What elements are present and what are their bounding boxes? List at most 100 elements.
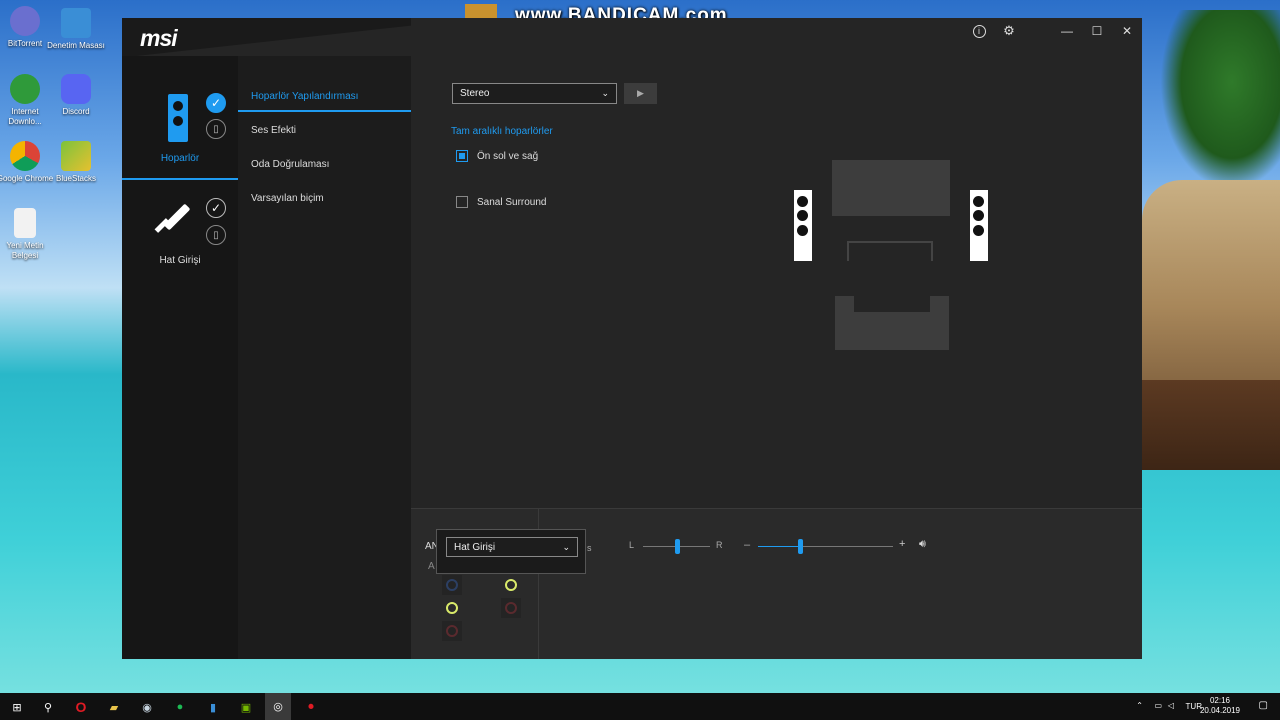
control-panel-icon [61,8,91,38]
balance-slider-thumb[interactable] [674,539,680,554]
main-content: Stereo ⌄ ▶ Tam aralıklı hoparlörler Ön s… [411,18,1142,659]
bluestacks-icon [61,141,91,171]
clock[interactable]: 02:16 20.04.2019 [1200,696,1240,716]
logo-bar: msi [122,18,411,56]
jack-assignment-popup: Hat Girişi ⌄ [436,529,586,574]
bittorrent-icon [10,6,40,36]
volume-up-label: + [899,538,906,550]
app-icon: ▮ [209,701,217,714]
tab-default-format[interactable]: Varsayılan biçim [251,193,324,204]
balance-left-label: L [629,540,635,550]
folder-icon: ▰ [109,701,119,714]
nvidia-icon: ▣ [240,701,252,714]
sofa-seat [854,296,930,312]
speaker-icon [168,94,188,142]
settings-tabs: Hoparlör Yapılandırması Ses Efekti Oda D… [238,56,411,659]
record-icon: ⏺ [308,700,314,713]
taskbar-opera[interactable]: O [71,697,91,717]
internet-download-manager-icon [10,74,40,104]
volume-icon[interactable]: ◁ [1168,701,1174,710]
taskbar-steam[interactable]: ◉ [137,697,157,717]
front-right-speaker[interactable] [970,190,988,261]
chevron-up-icon[interactable]: ⌃ [1136,701,1143,710]
jack-pink-icon[interactable] [505,602,517,614]
jack-green-icon[interactable] [505,579,517,591]
desktop-icon-label: BitTorrent [7,39,43,48]
volume-slider-thumb[interactable] [797,539,803,554]
device-column: ✓ ▯ Hoparlör ✓ ▯ Hat Girişi [122,56,238,659]
desktop-icon-label: Discord [62,107,90,116]
search-button[interactable]: ⚲ [38,697,58,717]
device-label-line-in: Hat Girişi [159,255,201,266]
opera-icon: O [75,699,87,715]
tab-room-correction[interactable]: Oda Doğrulaması [251,159,329,170]
test-play-button[interactable]: ▶ [624,83,657,104]
bottom-panel: AN A s Hat Girişi ⌄ L R – + 🔊︎ [411,508,1142,659]
device-label-speaker: Hoparlör [160,153,200,164]
analog-sub-label: A [428,561,435,572]
network-icon[interactable]: ▭ [1154,701,1162,710]
tab-speaker-config[interactable]: Hoparlör Yapılandırması [251,91,358,102]
taskbar-file-explorer[interactable]: ▰ [104,697,124,717]
desktop-icon-bluestacks[interactable]: BlueStacks [46,141,106,184]
notification-icon[interactable]: ▢ [1259,700,1268,711]
desktop-icon-control-panel[interactable]: Denetim Masası [46,8,106,51]
palm-tree [1160,10,1280,190]
check-icon: ✓ [206,93,226,113]
clock-time: 02:16 [1209,696,1230,705]
beach-hut [1142,180,1280,410]
desktop-icon-discord[interactable]: Discord [46,74,106,117]
front-left-speaker[interactable] [794,190,812,261]
device-speaker[interactable]: ✓ ▯ Hoparlör [122,56,238,180]
device-line-in[interactable]: ✓ ▯ Hat Girişi [122,180,238,290]
virtual-surround-checkbox[interactable] [456,196,468,208]
front-lr-checkbox[interactable] [456,150,468,162]
full-range-title: Tam aralıklı hoparlörler [451,126,553,137]
jack-plug-icon [163,203,191,231]
speaker-volume-icon[interactable]: 🔊︎ [919,538,926,551]
microphone-icon: ▯ [206,225,226,245]
taskbar-nvidia[interactable]: ▣ [236,697,256,717]
front-lr-option[interactable]: Ön sol ve sağ [456,150,538,162]
speaker-config-value: Stereo [460,88,490,99]
tab-sound-effect[interactable]: Ses Efekti [251,125,296,136]
balance-right-label: R [716,540,723,550]
tv-stand-graphic [847,241,933,261]
active-tab-underline [238,110,411,112]
search-icon: ⚲ [43,701,53,714]
front-lr-label: Ön sol ve sağ [477,150,539,162]
msi-audio-icon: ◎ [273,701,283,713]
virtual-surround-label: Sanal Surround [477,196,547,208]
volume-down-label: – [744,539,751,551]
start-button[interactable]: ⊞ [7,697,27,717]
msi-logo: msi [140,25,178,51]
jack-type-select[interactable]: Hat Girişi ⌄ [446,537,578,557]
discord-icon [61,74,91,104]
jack-type-value: Hat Girişi [454,541,496,553]
taskbar-spotify[interactable]: ● [170,697,190,717]
desktop-icon-label: BlueStacks [55,174,97,183]
taskbar-bandicam[interactable]: ⏺ [301,697,321,717]
msi-audio-window: msi i ⚙ — ☐ ✕ ✓ ▯ Hoparlör ✓ ▯ Hat Giriş… [122,18,1142,659]
chrome-icon [10,141,40,171]
spotify-icon: ● [176,701,184,713]
jack-pink-icon[interactable] [446,625,458,637]
steam-icon: ◉ [142,701,152,714]
chevron-down-icon: ⌄ [601,88,609,98]
virtual-surround-option[interactable]: Sanal Surround [456,196,547,208]
taskbar-msi-audio[interactable]: ◎ [265,693,291,720]
chevron-down-icon: ⌄ [562,541,570,552]
windows-icon: ⊞ [12,701,22,714]
taskbar: ⊞ ⚲ O ▰ ◉ ● ▮ ▣ ◎ ⏺ ⌃ ▭ ◁ TUR 02:16 20.0… [0,693,1280,720]
play-icon: ▶ [637,88,644,98]
desktop-icon-label: Yeni Metin Belgesi [6,241,44,260]
taskbar-app[interactable]: ▮ [203,697,223,717]
tv-screen-graphic [832,160,950,216]
jack-green-icon[interactable] [446,602,458,614]
desktop-icon-text-file[interactable]: Yeni Metin Belgesi [0,208,55,261]
jack-blue-icon[interactable] [446,579,458,591]
volume-slider-fill [758,546,800,547]
beach-hut-base [1142,380,1280,470]
speaker-config-select[interactable]: Stereo ⌄ [452,83,617,104]
desktop-icon-label: Denetim Masası [47,41,105,50]
